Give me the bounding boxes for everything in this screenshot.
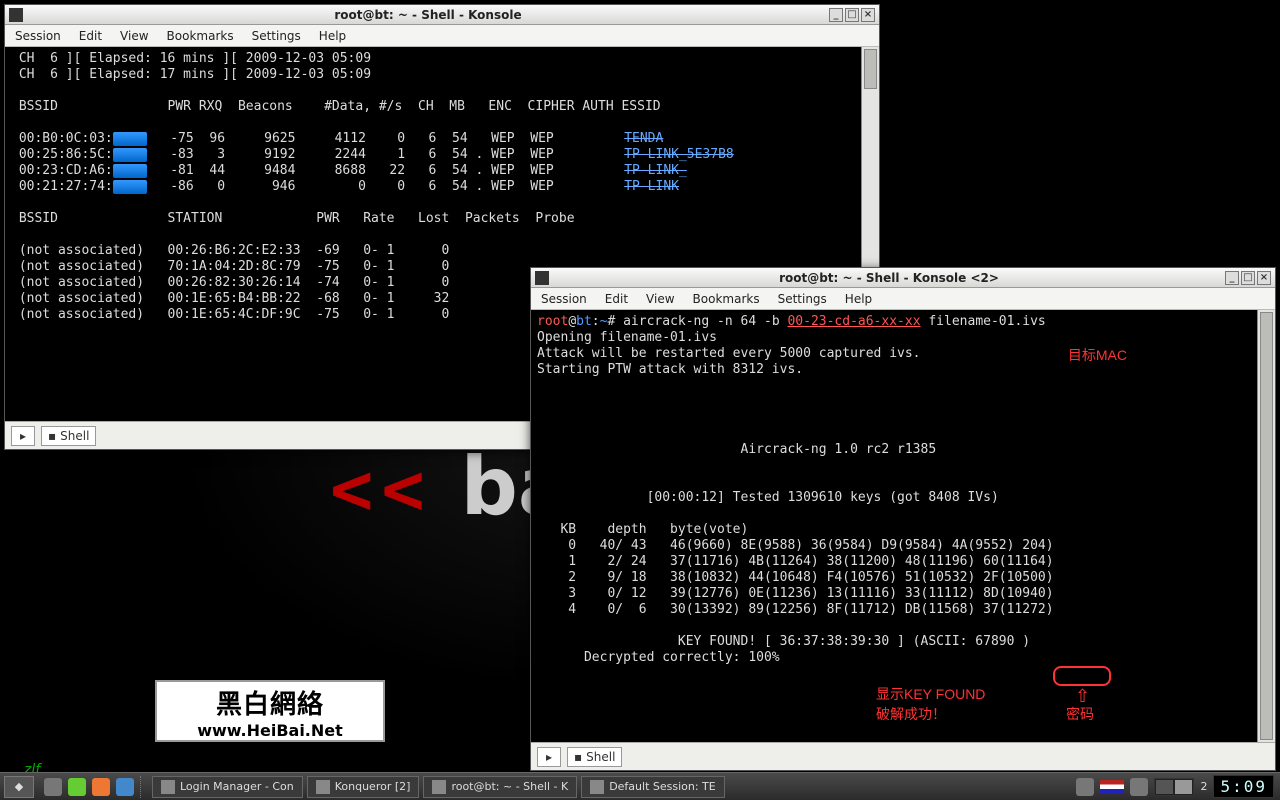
window-icon	[9, 8, 23, 22]
window-icon	[535, 271, 549, 285]
terminal-icon: ▪	[574, 750, 582, 764]
menu-help[interactable]: Help	[319, 29, 346, 43]
shell-tab[interactable]: ▪ Shell	[567, 747, 622, 767]
menu-bookmarks[interactable]: Bookmarks	[167, 29, 234, 43]
annotation-key-found: 显示KEY FOUND 破解成功！	[876, 684, 985, 724]
task-item[interactable]: Default Session: TE	[581, 776, 725, 798]
menu-edit[interactable]: Edit	[605, 292, 628, 306]
scroll-thumb[interactable]	[1260, 312, 1273, 740]
status-bar: ▸ ▪ Shell	[531, 742, 1275, 770]
terminal-area[interactable]: root@bt:~# aircrack-ng -n 64 -b 00-23-cd…	[531, 310, 1275, 742]
new-tab-button[interactable]: ▸	[11, 426, 35, 446]
app-icon	[590, 780, 604, 794]
titlebar[interactable]: root@bt: ~ - Shell - Konsole <2> _ □ ×	[531, 268, 1275, 288]
menu-session[interactable]: Session	[15, 29, 61, 43]
menu-settings[interactable]: Settings	[252, 29, 301, 43]
desktop-pager[interactable]	[1154, 778, 1194, 796]
menu-view[interactable]: View	[646, 292, 674, 306]
clock[interactable]: 5:09	[1213, 775, 1274, 798]
menu-edit[interactable]: Edit	[79, 29, 102, 43]
close-button[interactable]: ×	[1257, 271, 1271, 285]
menu-bookmarks[interactable]: Bookmarks	[693, 292, 760, 306]
quick-launch-icon[interactable]	[116, 778, 134, 796]
quick-launch-icon[interactable]	[44, 778, 62, 796]
watermark-logo: 黑白網絡 www.HeiBai.Net	[155, 680, 385, 742]
menu-view[interactable]: View	[120, 29, 148, 43]
maximize-button[interactable]: □	[845, 8, 859, 22]
separator	[140, 776, 146, 798]
taskbar[interactable]: ◆ Login Manager - Con Konqueror [2] root…	[0, 772, 1280, 800]
menu-session[interactable]: Session	[541, 292, 587, 306]
quick-launch-icon[interactable]	[92, 778, 110, 796]
close-button[interactable]: ×	[861, 8, 875, 22]
minimize-button[interactable]: _	[829, 8, 843, 22]
new-tab-button[interactable]: ▸	[537, 747, 561, 767]
menu-help[interactable]: Help	[845, 292, 872, 306]
quick-launch	[44, 778, 134, 796]
menu-bar: Session Edit View Bookmarks Settings Hel…	[5, 25, 879, 47]
maximize-button[interactable]: □	[1241, 271, 1255, 285]
terminal-icon: ▪	[48, 429, 56, 443]
keyboard-layout-icon[interactable]	[1100, 780, 1124, 794]
shell-tab[interactable]: ▪ Shell	[41, 426, 96, 446]
task-item[interactable]: Login Manager - Con	[152, 776, 303, 798]
menu-bar: Session Edit View Bookmarks Settings Hel…	[531, 288, 1275, 310]
tray-icon[interactable]	[1076, 778, 1094, 796]
desktop-number: 2	[1200, 780, 1207, 793]
password-highlight-box	[1053, 666, 1111, 686]
konsole-window-2[interactable]: root@bt: ~ - Shell - Konsole <2> _ □ × S…	[530, 267, 1276, 771]
minimize-button[interactable]: _	[1225, 271, 1239, 285]
menu-settings[interactable]: Settings	[778, 292, 827, 306]
annotation-target-mac: 目标MAC	[1068, 345, 1127, 365]
start-button[interactable]: ◆	[4, 776, 34, 798]
quick-launch-icon[interactable]	[68, 778, 86, 796]
app-icon	[161, 780, 175, 794]
app-icon	[316, 780, 330, 794]
tray-icon[interactable]	[1130, 778, 1148, 796]
window-title: root@bt: ~ - Shell - Konsole <2>	[553, 271, 1225, 285]
system-tray: 2 5:09	[1076, 775, 1280, 798]
scroll-thumb[interactable]	[864, 49, 877, 89]
scrollbar[interactable]	[1257, 310, 1275, 742]
task-item[interactable]: Konqueror [2]	[307, 776, 420, 798]
annotation-password: 密码	[1066, 704, 1094, 724]
wallpaper-arrows: <<	[330, 447, 433, 531]
titlebar[interactable]: root@bt: ~ - Shell - Konsole _ □ ×	[5, 5, 879, 25]
task-item[interactable]: root@bt: ~ - Shell - K	[423, 776, 577, 798]
app-icon	[432, 780, 446, 794]
window-title: root@bt: ~ - Shell - Konsole	[27, 8, 829, 22]
terminal-output: root@bt:~# aircrack-ng -n 64 -b 00-23-cd…	[531, 310, 1257, 742]
